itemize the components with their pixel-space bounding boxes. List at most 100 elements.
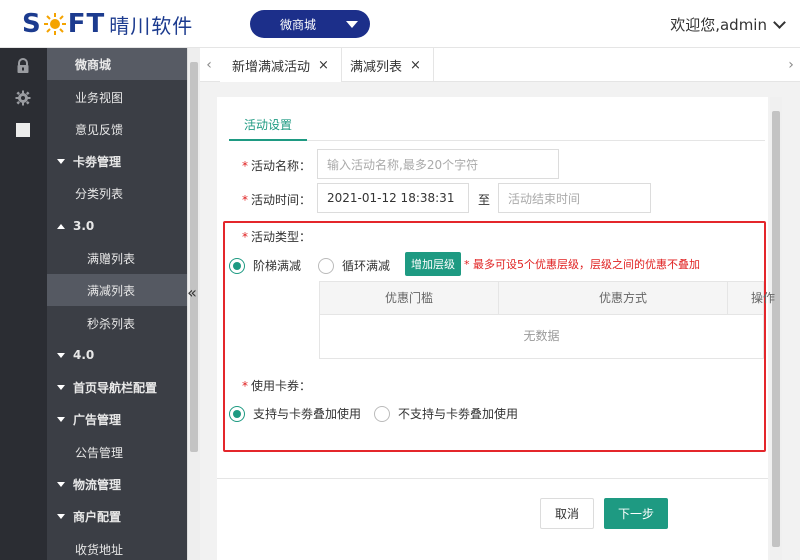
sidebar-group-merchant-config[interactable]: 商户配置 xyxy=(47,500,187,532)
sidebar-item-discount-list[interactable]: 满减列表 xyxy=(47,274,187,306)
triangle-down-icon xyxy=(57,384,65,390)
next-step-button[interactable]: 下一步 xyxy=(604,498,668,529)
tab-activity-settings[interactable]: 活动设置 xyxy=(229,110,307,140)
gear-icon[interactable] xyxy=(15,90,31,106)
activity-type-label: * 活动类型： xyxy=(242,230,312,244)
table-header: 优惠门槛 优惠方式 操作 xyxy=(320,282,775,315)
tab-bar: ‹ 新增满减活动 × 满减列表 × › xyxy=(200,48,800,82)
discount-levels-table: 优惠门槛 优惠方式 操作 无数据 xyxy=(319,281,775,359)
footer-divider xyxy=(217,478,768,479)
sidebar-item-flash-sale-list[interactable]: 秒杀列表 xyxy=(47,307,187,339)
add-level-button[interactable]: 增加层级 xyxy=(405,252,461,276)
sidebar-item-label: 意见反馈 xyxy=(75,122,124,137)
sidebar-item-category-list[interactable]: 分类列表 xyxy=(47,177,187,209)
sidebar-item-shipping-address[interactable]: 收货地址 xyxy=(47,533,187,560)
triangle-down-icon xyxy=(57,352,65,358)
radio-label: 阶梯满减 xyxy=(253,259,302,273)
chevron-down-icon xyxy=(773,15,786,29)
radio-label: 支持与卡劵叠加使用 xyxy=(253,407,362,421)
triangle-down-icon xyxy=(57,513,65,519)
radio-checked-icon xyxy=(229,405,245,422)
tab-new-discount-activity[interactable]: 新增满减活动 × xyxy=(220,48,342,82)
tab-label: 新增满减活动 xyxy=(232,59,311,75)
sidebar-group-4-0[interactable]: 4.0 xyxy=(47,339,187,371)
tab-label: 满减列表 xyxy=(350,59,403,75)
user-menu[interactable]: 欢迎您,admin xyxy=(670,14,786,35)
close-icon[interactable]: × xyxy=(410,58,421,73)
triangle-up-icon xyxy=(57,223,65,229)
close-icon[interactable]: × xyxy=(318,58,329,73)
lock-icon[interactable] xyxy=(15,58,31,74)
radio-allow-coupon-stacking[interactable]: 支持与卡劵叠加使用 xyxy=(229,405,361,422)
sidebar-item-label: 首页导航栏配置 xyxy=(73,380,158,395)
sidebar-item-label: 3.0 xyxy=(73,219,95,233)
radio-ladder-discount[interactable]: 阶梯满减 xyxy=(229,257,301,274)
cancel-button[interactable]: 取消 xyxy=(540,498,594,529)
sidebar-group-3-0[interactable]: 3.0 xyxy=(47,210,187,242)
subtab-divider xyxy=(229,140,765,141)
time-range-separator: 至 xyxy=(478,193,491,207)
sidebar-item-label: 商户配置 xyxy=(73,509,122,524)
logo-star-icon xyxy=(43,13,66,35)
square-icon[interactable] xyxy=(15,122,31,138)
sidebar-item-notice-management[interactable]: 公告管理 xyxy=(47,436,187,468)
welcome-text: 欢迎您,admin xyxy=(670,16,767,34)
sidebar-item-label: 公告管理 xyxy=(75,445,124,460)
content-scrollbar-thumb[interactable] xyxy=(772,111,780,547)
top-header: S FT 晴川软件 微商城 欢迎您,admin xyxy=(0,0,800,48)
brand-logo: S FT 晴川软件 xyxy=(22,9,193,39)
radio-label: 不支持与卡劵叠加使用 xyxy=(398,407,519,421)
triangle-down-icon xyxy=(57,481,65,487)
level-limit-warning: * 最多可设5个优惠层级，层级之间的优惠不叠加 xyxy=(464,258,700,271)
start-time-input[interactable]: 2021-01-12 18:38:31 xyxy=(317,183,469,213)
radio-unchecked-icon xyxy=(318,257,334,274)
activity-name-label: * 活动名称： xyxy=(242,159,312,173)
sidebar-group-coupon-management[interactable]: 卡劵管理 xyxy=(47,145,187,177)
app-switch-label: 微商城 xyxy=(280,17,317,32)
sidebar-item-business-view[interactable]: 业务视图 xyxy=(47,81,187,113)
sidebar-group-home-nav-config[interactable]: 首页导航栏配置 xyxy=(47,371,187,403)
sidebar-scrollbar[interactable] xyxy=(187,48,200,560)
sidebar-item-label: 收货地址 xyxy=(75,542,124,557)
sidebar-item-gift-list[interactable]: 满赠列表 xyxy=(47,242,187,274)
tab-scroll-right-icon[interactable]: › xyxy=(782,48,800,82)
sidebar-item-label: 分类列表 xyxy=(75,186,124,201)
column-header-discount-method: 优惠方式 xyxy=(598,291,647,305)
icon-rail xyxy=(0,48,47,560)
activity-time-label: * 活动时间： xyxy=(242,193,312,207)
caret-down-icon xyxy=(346,21,358,28)
sidebar-item-label: 满赠列表 xyxy=(87,251,136,266)
sidebar-item-label: 卡劵管理 xyxy=(73,154,122,169)
required-mark: * xyxy=(242,159,248,173)
radio-disallow-coupon-stacking[interactable]: 不支持与卡劵叠加使用 xyxy=(374,405,518,422)
required-mark: * xyxy=(242,230,248,244)
radio-cycle-discount[interactable]: 循环满减 xyxy=(318,257,390,274)
tab-discount-list[interactable]: 满减列表 × xyxy=(338,48,434,82)
radio-checked-icon xyxy=(229,257,245,274)
sidebar-item-feedback[interactable]: 意见反馈 xyxy=(47,113,187,145)
required-mark: * xyxy=(242,379,248,393)
sidebar-item-label: 满减列表 xyxy=(87,283,136,298)
tab-scroll-left-icon[interactable]: ‹ xyxy=(200,48,218,82)
triangle-down-icon xyxy=(57,158,65,164)
sidebar-item-label: 4.0 xyxy=(73,348,95,362)
app-switch-dropdown[interactable]: 微商城 xyxy=(250,10,370,38)
sidebar-scrollbar-thumb[interactable] xyxy=(190,62,198,452)
coupon-usage-label: * 使用卡券： xyxy=(242,379,312,393)
subtab-active-indicator xyxy=(229,139,307,141)
sidebar-item-label: 秒杀列表 xyxy=(87,316,136,331)
sidebar-item-label: 物流管理 xyxy=(73,477,122,492)
logo-chinese-name: 晴川软件 xyxy=(109,13,194,38)
collapse-sidebar-icon[interactable]: « xyxy=(183,282,201,304)
sidebar-group-logistics[interactable]: 物流管理 xyxy=(47,468,187,500)
activity-name-input[interactable]: 输入活动名称,最多20个字符 xyxy=(317,149,559,179)
sidebar-item-label: 广告管理 xyxy=(73,412,122,427)
sidebar-item-label: 微商城 xyxy=(75,57,112,72)
end-time-input[interactable]: 活动结束时间 xyxy=(498,183,651,213)
sidebar-item-weishangcheng[interactable]: 微商城 xyxy=(47,48,187,80)
sidebar-group-ad-management[interactable]: 广告管理 xyxy=(47,403,187,435)
column-header-threshold: 优惠门槛 xyxy=(384,291,433,305)
column-header-actions: 操作 xyxy=(750,291,775,305)
content-scrollbar[interactable] xyxy=(770,97,782,560)
table-empty-state: 无数据 xyxy=(523,329,560,343)
